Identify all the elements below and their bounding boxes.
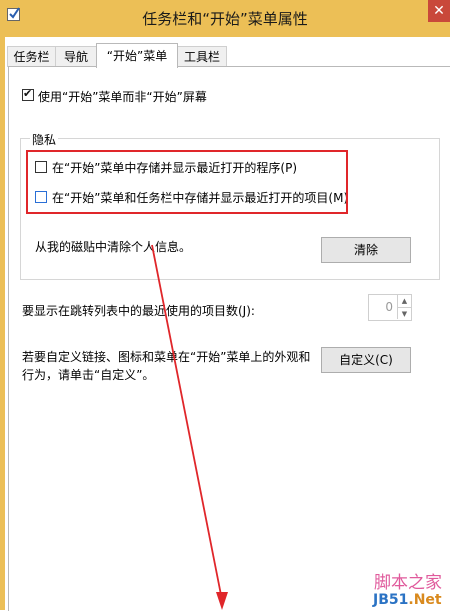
use-start-menu-label: 使用“开始”菜单而非“开始”屏幕 <box>38 90 207 104</box>
customize-button[interactable]: 自定义(C) <box>321 347 411 373</box>
customize-description-line1: 若要自定义链接、图标和菜单在“开始”菜单上的外观和 <box>22 350 311 364</box>
tab-navigation[interactable]: 导航 <box>55 46 97 67</box>
watermark-site-name: 脚本之家 <box>374 573 442 593</box>
clear-button[interactable]: 清除 <box>321 237 411 263</box>
tab-taskbar[interactable]: 任务栏 <box>7 46 56 67</box>
jumplist-count-label: 要显示在跳转列表中的最近使用的项目数(J): <box>22 304 255 318</box>
use-start-menu-checkbox[interactable] <box>22 87 34 101</box>
window-title: 任务栏和“开始”菜单属性 <box>142 10 308 28</box>
jumplist-count-stepper[interactable]: 0 ▲ ▼ <box>368 294 412 321</box>
title-bar[interactable]: 任务栏和“开始”菜单属性 ✕ <box>0 0 450 37</box>
customize-description-line2: 行为，请单击“自定义”。 <box>22 368 155 382</box>
privacy-group-title: 隐私 <box>30 131 59 148</box>
jumplist-count-value[interactable]: 0 <box>373 295 393 320</box>
watermark-url-part1: JB51 <box>373 592 409 608</box>
stepper-down-icon[interactable]: ▼ <box>397 307 411 319</box>
annotation-highlight-box <box>26 150 348 214</box>
stepper-up-icon[interactable]: ▲ <box>397 295 411 307</box>
tab-start-menu[interactable]: “开始”菜单 <box>96 43 178 68</box>
watermark-url-part2: .Net <box>408 592 442 608</box>
clear-info-label: 从我的磁贴中清除个人信息。 <box>35 240 192 254</box>
close-button[interactable]: ✕ <box>428 0 450 22</box>
watermark-site-url: JB51.Net <box>373 592 442 608</box>
tab-toolbars[interactable]: 工具栏 <box>177 46 227 67</box>
